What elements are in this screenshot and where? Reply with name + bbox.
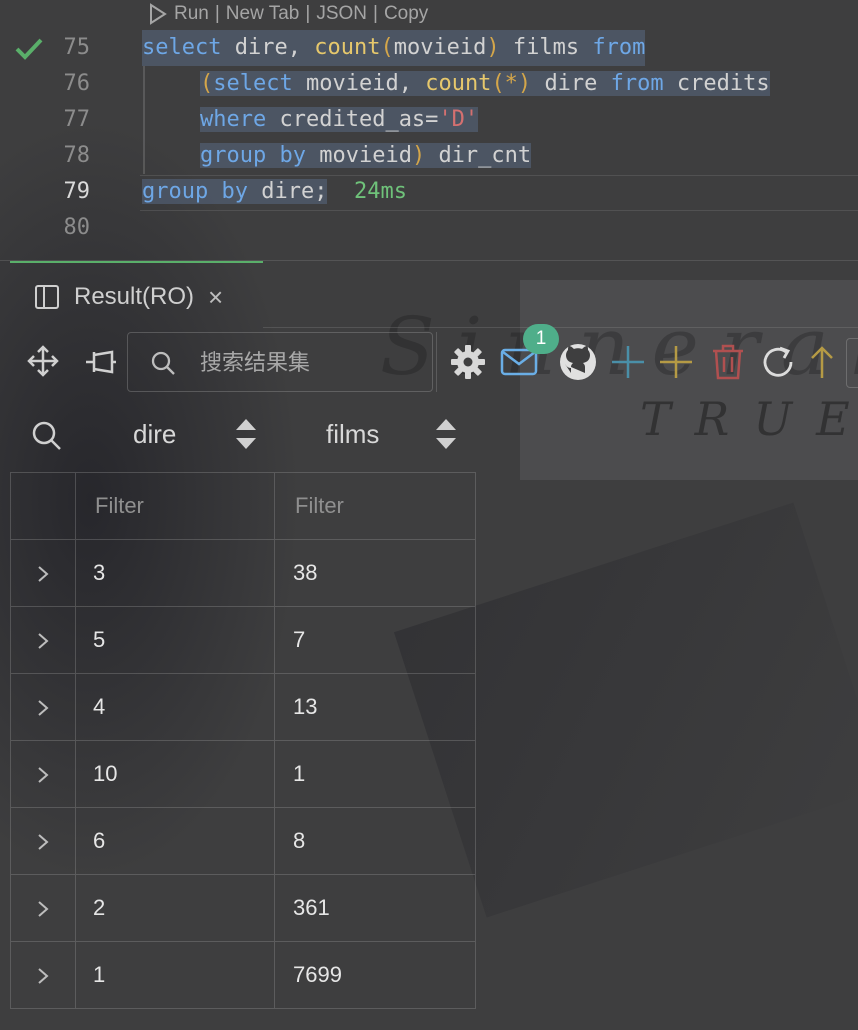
cell-dire[interactable]: 2 [76,875,275,941]
code-text: where credited_as='D' [200,107,479,132]
toolbar-overflow-box[interactable] [846,338,858,388]
table-row[interactable]: 5 7 [11,607,475,674]
line-number: 77 [63,107,91,132]
refresh-icon[interactable] [760,344,796,380]
cell-films[interactable]: 1 [276,741,474,807]
cell-films[interactable]: 7699 [276,942,474,1008]
cell-films[interactable]: 38 [276,540,474,606]
codelens-sep: | [214,3,220,24]
code-line[interactable]: 79 group by dire; 24ms [0,174,858,210]
result-toolbar: 1 [0,324,858,394]
cell-dire[interactable]: 6 [76,808,275,874]
table-row[interactable]: 4 13 [11,674,475,741]
table-row[interactable]: 3 38 [11,540,475,607]
codelens-sep: | [305,3,311,24]
code-text: group by movieid) dir_cnt [200,143,532,168]
code-text: select dire, count(movieid) films from [142,30,646,66]
codelens-sep: | [373,3,378,24]
panel-icon [35,285,59,309]
tab-label: Result(RO) [74,283,195,310]
table-row[interactable]: 10 1 [11,741,475,808]
filter-row [11,473,475,540]
pin-icon[interactable] [84,346,118,378]
code-text: (select movieid, count(*) dire from cred… [200,71,770,96]
cell-dire[interactable]: 5 [76,607,275,673]
search-icon [151,351,175,375]
add-row-icon[interactable] [610,344,646,380]
column-header-dire[interactable]: dire [133,404,176,464]
line-number: 79 [63,179,91,204]
cell-films[interactable]: 361 [276,875,474,941]
cell-dire[interactable]: 4 [76,674,275,740]
result-grid: 3 38 5 7 4 13 10 1 6 8 2 361 1 7699 [10,472,476,1009]
search-input[interactable] [198,345,422,381]
line-number: 78 [63,143,91,168]
line-number: 75 [63,35,91,60]
cell-films[interactable]: 13 [276,674,474,740]
copy-link[interactable]: Copy [384,3,428,25]
code-line[interactable]: 77 where credited_as='D' [0,102,858,138]
run-link[interactable]: Run [174,3,209,25]
line-number: 80 [63,215,91,240]
sort-icon[interactable] [434,417,458,451]
code-line[interactable]: 78 group by movieid) dir_cnt [0,138,858,174]
table-row[interactable]: 2 361 [11,875,475,942]
search-icon[interactable] [30,419,62,451]
chevron-right-icon[interactable] [36,967,50,985]
arrow-up-icon[interactable] [808,344,836,380]
close-icon[interactable]: × [208,284,223,310]
new-tab-link[interactable]: New Tab [226,3,300,25]
line-number: 76 [63,71,91,96]
move-icon[interactable] [26,344,60,378]
result-search[interactable] [127,332,433,392]
filter-input-dire[interactable] [93,492,257,520]
chevron-right-icon[interactable] [36,766,50,784]
chevron-right-icon[interactable] [36,632,50,650]
code-line[interactable]: 76 (select movieid, count(*) dire from c… [0,66,858,102]
cell-dire[interactable]: 10 [76,741,275,807]
sql-editor[interactable]: Run | New Tab | JSON | Copy 75 select di… [0,0,858,262]
tab-result[interactable]: Result(RO) × [10,261,263,331]
chevron-right-icon[interactable] [36,565,50,583]
cell-films[interactable]: 8 [276,808,474,874]
execution-time: 24ms [353,179,407,204]
chevron-right-icon[interactable] [36,900,50,918]
cell-dire[interactable]: 3 [76,540,275,606]
notification-badge: 1 [523,324,559,354]
github-icon[interactable] [558,342,598,382]
code-line[interactable]: 80 [0,210,858,246]
run-icon[interactable] [148,3,168,25]
table-row[interactable]: 6 8 [11,808,475,875]
column-header-films[interactable]: films [326,404,379,464]
code-text: group by dire; 24ms [142,179,407,204]
trash-icon[interactable] [711,343,745,381]
codelens-bar: Run | New Tab | JSON | Copy [148,3,428,25]
code-line[interactable]: 75 select dire, count(movieid) films fro… [0,30,858,66]
chevron-right-icon[interactable] [36,699,50,717]
table-row[interactable]: 1 7699 [11,942,475,1009]
add-column-icon[interactable] [658,344,694,380]
result-tab-bar: Result(RO) × [0,260,858,329]
sort-icon[interactable] [234,417,258,451]
filter-input-films[interactable] [293,492,457,520]
gear-icon[interactable] [450,344,486,380]
json-link[interactable]: JSON [316,3,367,25]
chevron-right-icon[interactable] [36,833,50,851]
cell-dire[interactable]: 1 [76,942,275,1008]
cell-films[interactable]: 7 [276,607,474,673]
